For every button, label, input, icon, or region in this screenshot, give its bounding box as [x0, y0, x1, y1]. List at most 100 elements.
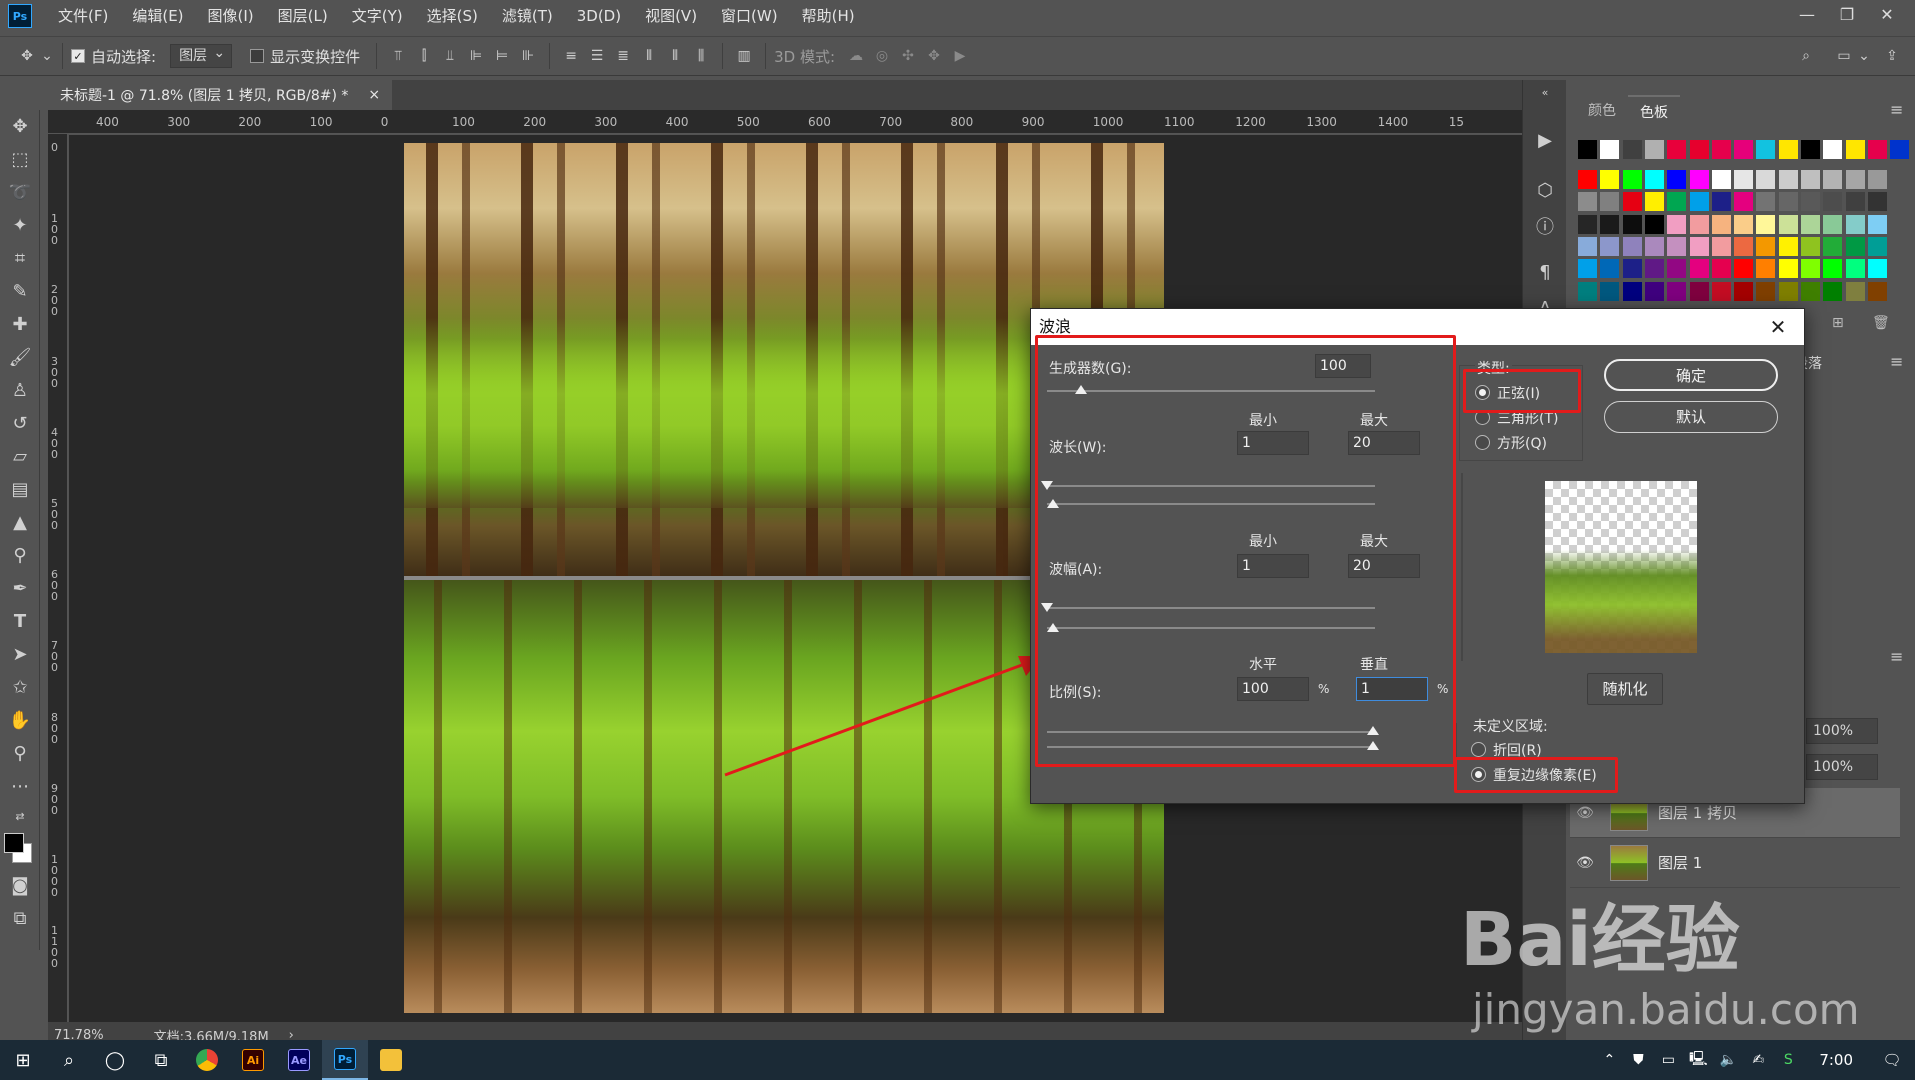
distribute-left-icon[interactable]: ⦀: [636, 43, 662, 69]
color-swatch[interactable]: [1801, 170, 1820, 189]
color-swatch[interactable]: [1644, 214, 1664, 234]
color-swatch[interactable]: [1890, 140, 1910, 159]
color-swatch[interactable]: [1867, 281, 1887, 301]
close-window-icon[interactable]: ✕: [1867, 0, 1907, 28]
visibility-eye-icon[interactable]: 👁: [1570, 855, 1600, 871]
delete-swatch-icon[interactable]: 🗑: [1872, 315, 1890, 331]
wrap-around-radio[interactable]: [1471, 742, 1486, 757]
color-swatch[interactable]: [1689, 281, 1709, 301]
color-swatch[interactable]: [1845, 236, 1865, 256]
more-tools-icon[interactable]: ⋯: [0, 770, 40, 803]
distribute-hcenter-icon[interactable]: ⫴: [662, 43, 688, 69]
healing-brush-tool-icon[interactable]: ✚: [0, 308, 40, 341]
color-swatch[interactable]: [1711, 281, 1731, 301]
color-swatch[interactable]: [1578, 140, 1597, 159]
menu-filter[interactable]: 滤镜(T): [490, 0, 565, 32]
align-hcenter-icon[interactable]: ⊨: [489, 43, 515, 69]
swap-colors-icon[interactable]: ⇄: [0, 803, 40, 829]
color-swatch[interactable]: [1600, 236, 1620, 256]
search-icon[interactable]: ⌕: [1793, 43, 1819, 69]
color-swatch[interactable]: [1689, 192, 1709, 212]
align-top-icon[interactable]: ⫪: [385, 43, 411, 69]
color-swatch[interactable]: [1845, 170, 1865, 189]
color-swatch[interactable]: [1867, 259, 1887, 279]
3d-panel-icon[interactable]: ⬡: [1523, 172, 1567, 208]
color-swatch[interactable]: [1600, 214, 1620, 234]
path-selection-tool-icon[interactable]: ➤: [0, 638, 40, 671]
menu-window[interactable]: 窗口(W): [709, 0, 790, 32]
after-effects-app-icon[interactable]: Ae: [276, 1040, 322, 1080]
color-swatch[interactable]: [1644, 259, 1664, 279]
workspace-icon[interactable]: ▭: [1831, 43, 1857, 69]
color-swatch[interactable]: [1622, 259, 1642, 279]
color-swatch[interactable]: [1711, 140, 1731, 159]
color-swatch[interactable]: [1756, 192, 1776, 212]
color-swatch[interactable]: [1711, 192, 1731, 212]
color-swatch[interactable]: [1823, 140, 1843, 159]
security-icon[interactable]: ⛊: [1623, 1040, 1653, 1080]
color-swatch[interactable]: [1689, 236, 1709, 256]
hand-tool-icon[interactable]: ✋: [0, 704, 40, 737]
color-swatch[interactable]: [1801, 140, 1820, 159]
color-swatch[interactable]: [1600, 140, 1620, 159]
color-swatch[interactable]: [1734, 236, 1754, 256]
color-swatch[interactable]: [1823, 236, 1843, 256]
restore-icon[interactable]: ❐: [1827, 0, 1867, 28]
taskbar-search-icon[interactable]: ⌕: [46, 1040, 92, 1080]
color-swatch[interactable]: [1667, 259, 1687, 279]
color-swatch[interactable]: [1667, 214, 1687, 234]
color-swatch[interactable]: [1756, 281, 1776, 301]
color-swatch[interactable]: [1578, 214, 1597, 234]
pen-icon[interactable]: ✍: [1743, 1040, 1773, 1080]
tray-chevron-icon[interactable]: ⌃: [1595, 1040, 1623, 1080]
volume-icon[interactable]: 🔈: [1713, 1040, 1743, 1080]
color-swatch[interactable]: [1689, 259, 1709, 279]
color-swatch[interactable]: [1756, 214, 1776, 234]
workspace-chevron-icon[interactable]: ⌄: [1857, 43, 1871, 69]
color-swatch[interactable]: [1578, 192, 1597, 212]
color-swatch[interactable]: [1778, 281, 1798, 301]
color-swatch[interactable]: [1622, 236, 1642, 256]
paragraph-icon[interactable]: ¶: [1523, 254, 1567, 290]
color-swatch[interactable]: [1578, 259, 1597, 279]
menu-image[interactable]: 图像(I): [196, 0, 266, 32]
new-swatch-icon[interactable]: ⊞: [1832, 315, 1844, 331]
dialog-close-icon[interactable]: ✕: [1764, 309, 1792, 345]
color-swatch[interactable]: [1801, 259, 1820, 279]
color-swatch[interactable]: [1711, 259, 1731, 279]
color-swatch[interactable]: [1867, 236, 1887, 256]
move-tool-icon[interactable]: ✥: [14, 43, 40, 69]
color-swatch[interactable]: [1578, 170, 1597, 189]
network-icon[interactable]: 🖳: [1683, 1040, 1713, 1080]
color-swatch[interactable]: [1600, 281, 1620, 301]
menu-help[interactable]: 帮助(H): [790, 0, 867, 32]
3d-scale-icon[interactable]: ▶: [947, 43, 973, 69]
color-swatch[interactable]: [1734, 170, 1754, 189]
ok-button[interactable]: 确定: [1604, 359, 1778, 391]
file-explorer-app-icon[interactable]: [368, 1040, 414, 1080]
3d-pan-icon[interactable]: ✣: [895, 43, 921, 69]
opacity-field[interactable]: 100%: [1806, 718, 1878, 744]
shape-tool-icon[interactable]: ✩: [0, 671, 40, 704]
color-swatch[interactable]: [1823, 281, 1843, 301]
history-brush-tool-icon[interactable]: ↺: [0, 407, 40, 440]
color-swatch[interactable]: [1644, 281, 1664, 301]
menu-view[interactable]: 视图(V): [633, 0, 709, 32]
color-swatch[interactable]: [1778, 170, 1798, 189]
default-button[interactable]: 默认: [1604, 401, 1778, 433]
align-right-icon[interactable]: ⊪: [515, 43, 541, 69]
illustrator-app-icon[interactable]: Ai: [230, 1040, 276, 1080]
fill-field[interactable]: 100%: [1806, 754, 1878, 780]
color-swatch[interactable]: [1667, 170, 1687, 189]
info-icon[interactable]: ⓘ: [1523, 208, 1567, 244]
color-swatch[interactable]: [1801, 214, 1820, 234]
type-tool-icon[interactable]: T: [0, 605, 40, 638]
color-swatch[interactable]: [1667, 236, 1687, 256]
color-swatch[interactable]: [1644, 192, 1664, 212]
brush-tool-icon[interactable]: 🖌: [0, 341, 40, 374]
distribute-vcenter-icon[interactable]: ☰: [584, 43, 610, 69]
color-swatch[interactable]: [1644, 170, 1664, 189]
crop-tool-icon[interactable]: ⌗: [0, 242, 40, 275]
color-swatch[interactable]: [1823, 259, 1843, 279]
color-swatch[interactable]: [1845, 259, 1865, 279]
